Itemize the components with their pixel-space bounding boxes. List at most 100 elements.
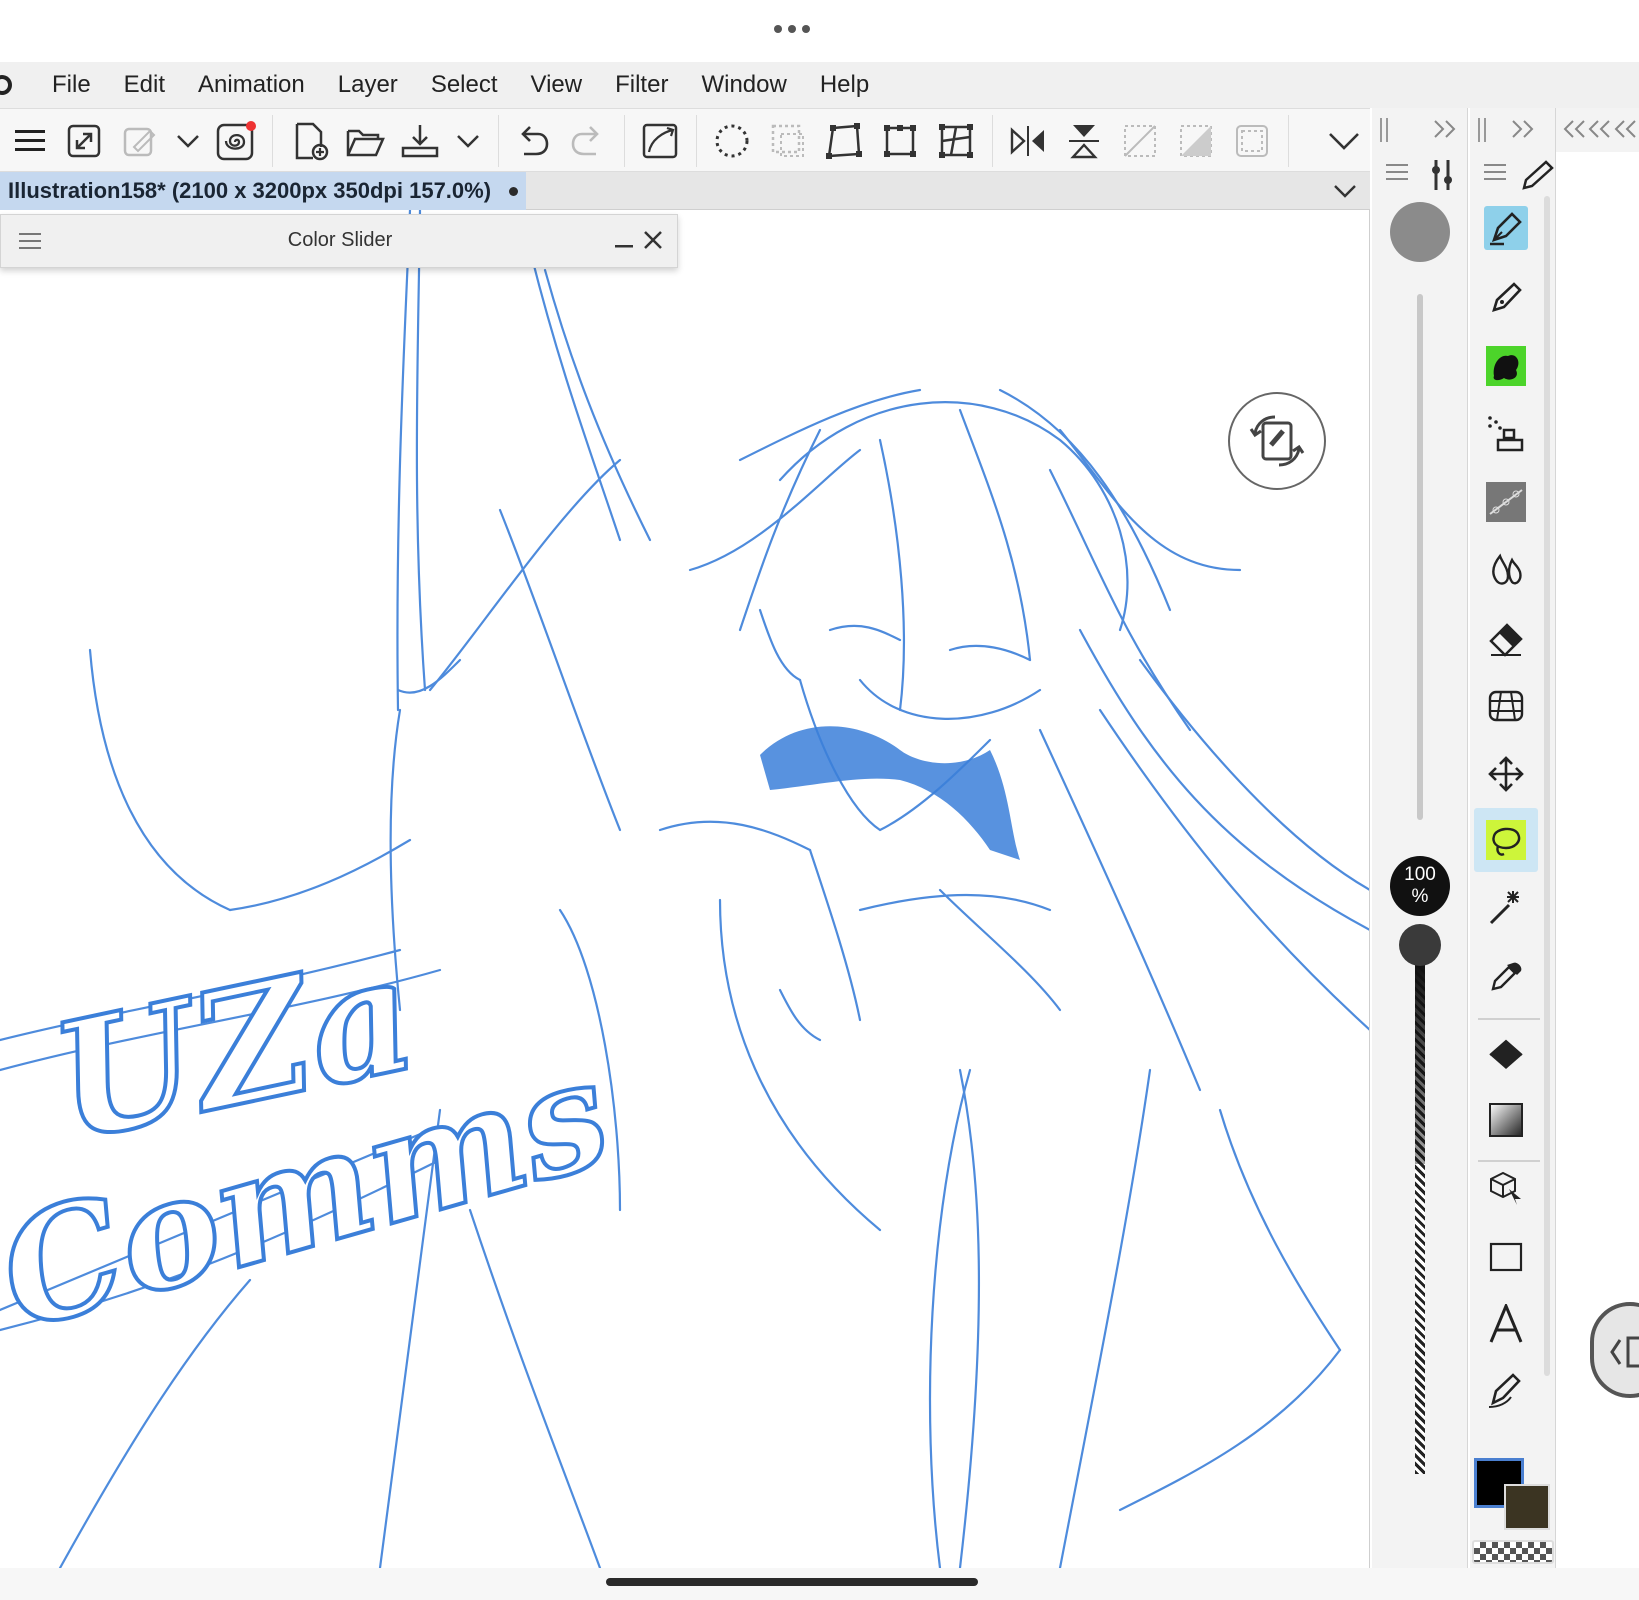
- lasso-tool[interactable]: [1474, 808, 1538, 872]
- move-tool[interactable]: [1484, 752, 1528, 796]
- mesh-transform-icon[interactable]: [934, 119, 978, 163]
- collapse-double-chevron-icon[interactable]: [1432, 118, 1460, 140]
- panel-menu-icon[interactable]: [1484, 162, 1506, 182]
- undo-icon[interactable]: [510, 119, 554, 163]
- expand-double-chevron-icon[interactable]: [1510, 118, 1550, 140]
- home-indicator[interactable]: [606, 1578, 978, 1586]
- figure-tool[interactable]: [1484, 1234, 1528, 1278]
- decoration-icon: [1486, 482, 1526, 522]
- edit-icon: [118, 119, 162, 163]
- brush-size-panel: 100 %: [1372, 108, 1468, 1568]
- window-handle-dots[interactable]: [770, 14, 814, 44]
- menu-filter[interactable]: Filter: [615, 71, 668, 99]
- command-bar: [0, 108, 1370, 172]
- new-file-icon[interactable]: [288, 119, 332, 163]
- panel-grip-icon[interactable]: [1378, 116, 1392, 144]
- separator: [696, 115, 697, 167]
- separator: [272, 115, 273, 167]
- menu-window[interactable]: Window: [701, 71, 786, 99]
- document-tab-title: Illustration158* (2100 x 3200px 350dpi 1…: [8, 178, 492, 203]
- eraser-tool[interactable]: [1484, 616, 1528, 660]
- opacity-value: 100: [1404, 864, 1436, 885]
- close-icon[interactable]: [641, 227, 665, 253]
- select-all-icon[interactable]: [710, 119, 754, 163]
- fit-screen-icon[interactable]: [62, 119, 106, 163]
- eyedropper-tool[interactable]: [1484, 954, 1528, 998]
- menu-animation[interactable]: Animation: [198, 71, 305, 99]
- flip-vertical-icon[interactable]: [1062, 119, 1106, 163]
- brush-size-preview: [1390, 202, 1450, 262]
- clear-icon: [1174, 119, 1218, 163]
- panel-menu-icon[interactable]: [1386, 162, 1408, 182]
- menu-view[interactable]: View: [531, 71, 583, 99]
- document-tab-bar: Illustration158* (2100 x 3200px 350dpi 1…: [0, 172, 1370, 210]
- decoration-tool[interactable]: [1484, 480, 1528, 524]
- pencil-tool[interactable]: [1484, 276, 1528, 320]
- transform-icon[interactable]: [822, 119, 866, 163]
- minimize-icon[interactable]: [613, 229, 635, 253]
- menu-icon[interactable]: [8, 119, 52, 163]
- magic-wand-icon: [1489, 891, 1519, 925]
- opacity-slider-knob[interactable]: [1399, 924, 1441, 966]
- airbrush-tool[interactable]: [1484, 412, 1528, 456]
- tool-separator: [1478, 1160, 1540, 1162]
- chevron-down-icon[interactable]: [166, 119, 210, 163]
- app-logo-icon: [0, 75, 12, 95]
- brush-tool[interactable]: [1484, 344, 1528, 388]
- brush-size-slider[interactable]: [1417, 294, 1423, 820]
- blend-icon: [1492, 553, 1522, 585]
- pen-tool[interactable]: [1484, 206, 1528, 250]
- gradient-icon: [1489, 1103, 1523, 1137]
- object-select-icon: [1490, 1171, 1521, 1205]
- opacity-slider-fill: [1415, 964, 1425, 1164]
- crop-icon[interactable]: [878, 119, 922, 163]
- auto-select-tool[interactable]: [1484, 886, 1528, 930]
- gradient-tool[interactable]: [1484, 1098, 1528, 1142]
- document-tab[interactable]: Illustration158* (2100 x 3200px 350dpi 1…: [0, 172, 526, 210]
- chevron-down-icon[interactable]: [446, 119, 490, 163]
- collapsed-panel-header: [1556, 108, 1639, 152]
- menu-edit[interactable]: Edit: [124, 71, 165, 99]
- brush-size-tab-icon[interactable]: [1428, 158, 1458, 192]
- menu-file[interactable]: File: [52, 71, 91, 99]
- rotate-canvas-button[interactable]: [1228, 392, 1326, 490]
- separator: [1288, 115, 1289, 167]
- opacity-unit: %: [1411, 886, 1429, 907]
- more-chevron-icon[interactable]: [1322, 119, 1366, 163]
- text-tool[interactable]: [1484, 1302, 1528, 1346]
- open-folder-icon[interactable]: [343, 119, 387, 163]
- menu-help[interactable]: Help: [820, 71, 869, 99]
- separator: [624, 115, 625, 167]
- tool-palette: [1470, 108, 1556, 1568]
- eyedropper-icon: [1491, 962, 1522, 991]
- vector-pen-icon: [1488, 1373, 1521, 1408]
- sub-color-swatch[interactable]: [1504, 1484, 1550, 1530]
- menu-select[interactable]: Select: [431, 71, 498, 99]
- blend-tool[interactable]: [1484, 548, 1528, 592]
- tool-scrollbar[interactable]: [1544, 196, 1550, 1376]
- move-icon: [1488, 756, 1524, 792]
- vector-pen-tool[interactable]: [1484, 1368, 1528, 1412]
- collapse-chevrons-icon[interactable]: [1562, 118, 1636, 140]
- eraser-icon: [1489, 623, 1523, 657]
- tool-tab-pen-icon[interactable]: [1520, 160, 1554, 192]
- flip-horizontal-icon[interactable]: [1006, 119, 1050, 163]
- pen-icon: [1490, 212, 1522, 246]
- app-window: File Edit Animation Layer Select View Fi…: [0, 0, 1639, 1600]
- sketch-artwork: UZa Comms: [0, 210, 1369, 1568]
- rotate-icon: [1249, 415, 1305, 467]
- tab-list-chevron-icon[interactable]: [1330, 178, 1360, 204]
- perspective-tool[interactable]: [1484, 684, 1528, 728]
- fill-tool[interactable]: [1484, 1032, 1528, 1076]
- lasso-icon: [1486, 820, 1526, 860]
- export-icon[interactable]: [398, 119, 442, 163]
- canvas-resize-icon[interactable]: [638, 119, 682, 163]
- color-slider-title: Color Slider: [287, 229, 393, 251]
- panel-grip-icon[interactable]: [1476, 116, 1490, 144]
- menu-layer[interactable]: Layer: [338, 71, 398, 99]
- object-tool[interactable]: [1484, 1166, 1528, 1210]
- perspective-ruler-icon: [1488, 690, 1524, 722]
- drawing-canvas[interactable]: UZa Comms: [0, 210, 1370, 1568]
- spiral-icon[interactable]: [214, 119, 258, 163]
- transparent-color-swatch[interactable]: [1472, 1540, 1554, 1564]
